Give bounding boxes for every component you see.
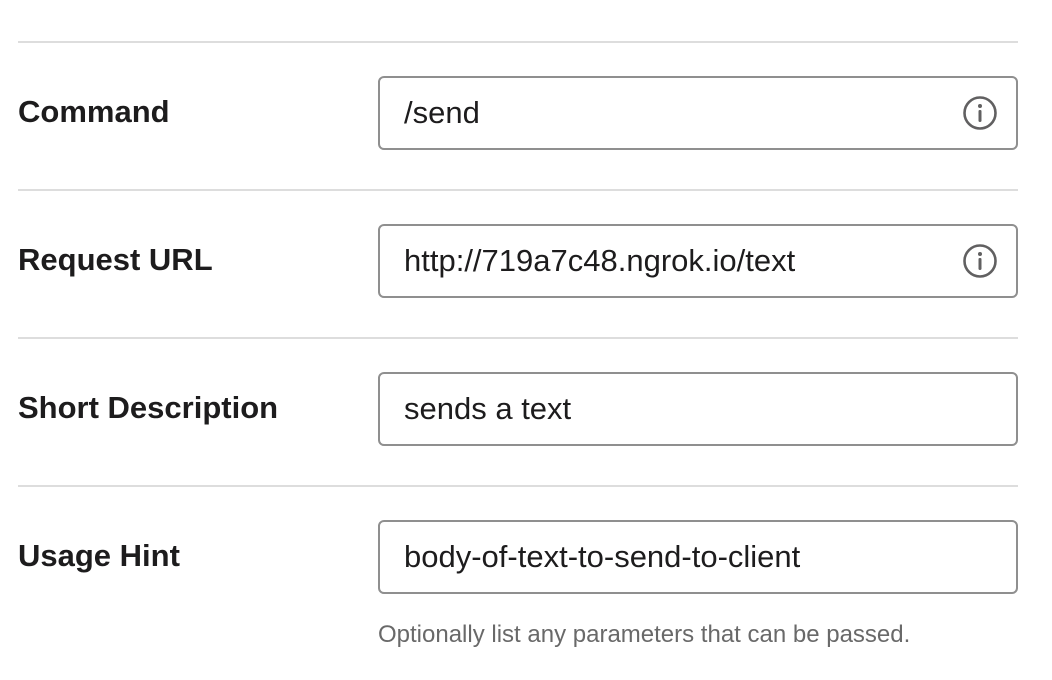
divider xyxy=(18,485,1018,487)
short-description-input[interactable] xyxy=(404,391,992,427)
usage-hint-field[interactable] xyxy=(378,520,1018,594)
info-icon[interactable] xyxy=(962,243,998,279)
divider xyxy=(18,337,1018,339)
command-field[interactable] xyxy=(378,76,1018,150)
request-url-field[interactable] xyxy=(378,224,1018,298)
usage-hint-label: Usage Hint xyxy=(18,538,180,573)
command-input[interactable] xyxy=(404,95,950,131)
request-url-input[interactable] xyxy=(404,243,950,279)
info-icon[interactable] xyxy=(962,95,998,131)
short-description-label: Short Description xyxy=(18,390,279,425)
short-description-field[interactable] xyxy=(378,372,1018,446)
usage-hint-helper-text: Optionally list any parameters that can … xyxy=(378,621,911,648)
command-label: Command xyxy=(18,94,170,129)
divider xyxy=(18,41,1018,43)
request-url-label: Request URL xyxy=(18,242,213,277)
divider xyxy=(18,189,1018,191)
usage-hint-input[interactable] xyxy=(404,539,992,575)
